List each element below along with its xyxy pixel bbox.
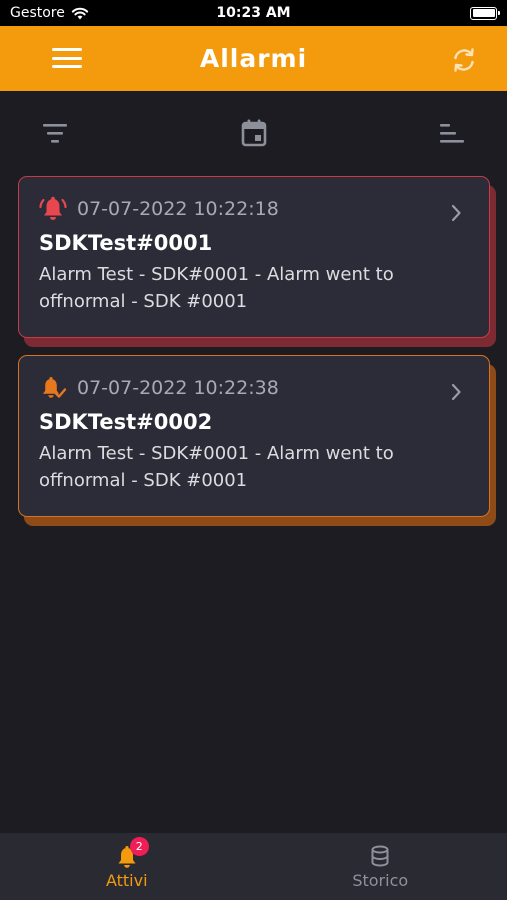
- tab-attivi[interactable]: 2 Attivi: [0, 833, 254, 900]
- tab-icon: [367, 845, 393, 869]
- database-icon: [371, 845, 389, 867]
- alarm-card-header: 07-07-2022 10:22:38: [39, 372, 469, 404]
- chevron-right-icon: [451, 383, 461, 401]
- tab-bar: 2 Attivi Storico: [0, 833, 507, 900]
- notification-badge: 2: [129, 837, 149, 856]
- battery-icon: [470, 6, 500, 20]
- tab-label: Attivi: [105, 871, 148, 890]
- filter-icon: [43, 124, 67, 143]
- hamburger-line: [52, 56, 82, 60]
- app-header: Allarmi: [0, 26, 507, 91]
- alarm-date: 07-07-2022 10:22:38: [77, 377, 279, 399]
- calendar-icon: [241, 119, 267, 147]
- toolbar: [0, 110, 507, 160]
- refresh-icon[interactable]: [449, 45, 479, 75]
- tab-label: Storico: [352, 871, 409, 890]
- alarm-card[interactable]: 07-07-2022 10:22:38 SDKTest#0002 Alarm T…: [18, 355, 490, 517]
- sort-button[interactable]: [432, 110, 472, 156]
- hamburger-line: [52, 65, 82, 68]
- tab-storico[interactable]: Storico: [254, 833, 507, 900]
- bell-acknowledged-icon: [43, 377, 67, 398]
- carrier-label: Gestore: [10, 5, 65, 21]
- alarm-description: Alarm Test - SDK#0001 - Alarm went to of…: [39, 443, 394, 491]
- menu-button[interactable]: [52, 46, 82, 70]
- bell-ringing-icon: [39, 196, 67, 220]
- status-bar: Gestore 10:23 AM: [0, 0, 507, 26]
- alarm-title: SDKTest#0001: [39, 231, 213, 255]
- alarm-card-header: 07-07-2022 10:22:18: [39, 193, 469, 225]
- sort-icon: [440, 124, 464, 143]
- alarm-date: 07-07-2022 10:22:18: [77, 198, 279, 220]
- alarm-card[interactable]: 07-07-2022 10:22:18 SDKTest#0001 Alarm T…: [18, 176, 490, 338]
- tab-icon: 2: [114, 837, 149, 869]
- chevron-right-icon: [451, 204, 461, 222]
- calendar-button[interactable]: [234, 110, 274, 156]
- wifi-icon: [71, 7, 89, 19]
- filter-button[interactable]: [35, 110, 75, 156]
- page-title: Allarmi: [199, 44, 308, 73]
- alarm-title: SDKTest#0002: [39, 410, 213, 434]
- status-left: Gestore: [10, 5, 89, 21]
- alarm-description: Alarm Test - SDK#0001 - Alarm went to of…: [39, 264, 394, 312]
- hamburger-line: [52, 48, 82, 51]
